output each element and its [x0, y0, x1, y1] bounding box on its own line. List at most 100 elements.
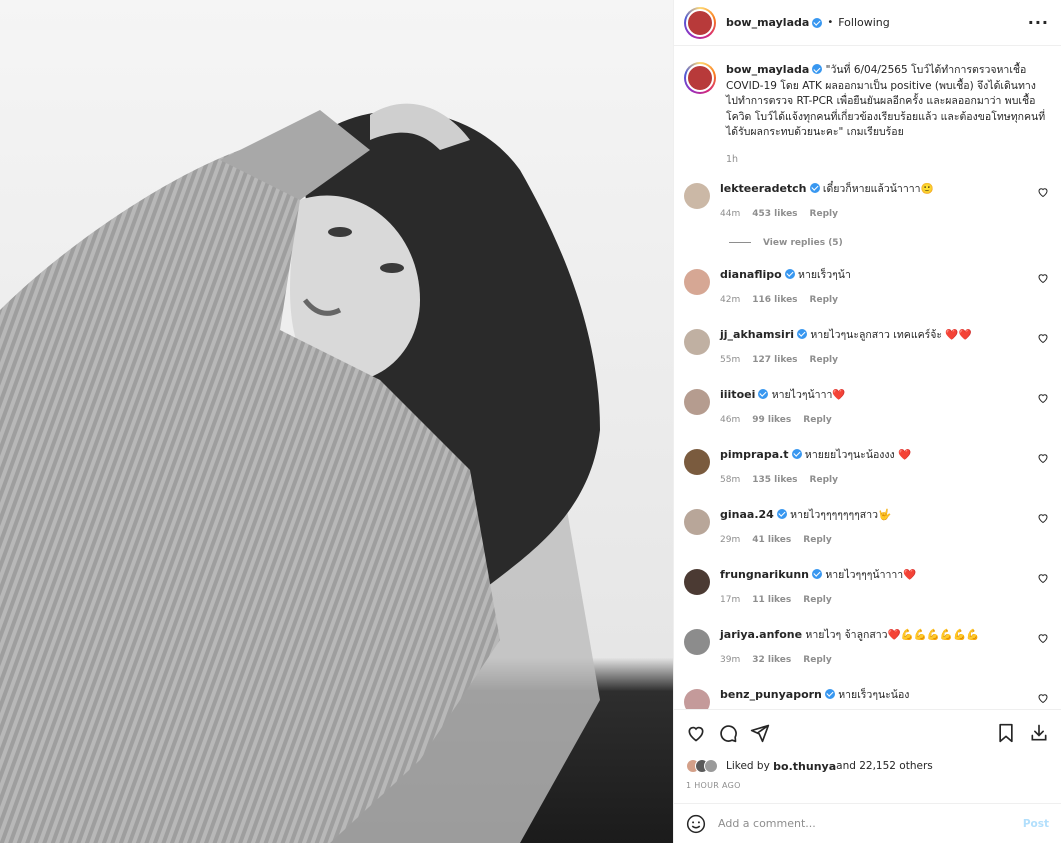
comment-text: หายเร็วๆน้า — [798, 268, 851, 281]
comment-like-icon[interactable] — [1037, 632, 1049, 644]
reply-button[interactable]: Reply — [810, 293, 838, 308]
following-button[interactable]: Following — [838, 16, 890, 29]
more-icon[interactable]: ··· — [1028, 13, 1049, 32]
comment-likes[interactable]: 99 likes — [752, 413, 791, 428]
commenter-avatar[interactable] — [684, 328, 710, 355]
likes-suffix[interactable]: and 22,152 others — [836, 760, 933, 772]
reply-button[interactable]: Reply — [803, 533, 831, 548]
comment-age: 58m — [720, 474, 741, 485]
commenter-avatar[interactable] — [684, 388, 710, 415]
download-icon[interactable] — [1029, 723, 1049, 743]
comment-age: 17m — [720, 594, 741, 605]
commenter-avatar[interactable] — [684, 182, 710, 209]
commenter-username[interactable]: dianaflipo — [720, 268, 782, 281]
reply-button[interactable]: Reply — [803, 653, 831, 668]
comment-like-icon[interactable] — [1037, 572, 1049, 584]
commenter-username[interactable]: lekteeradetch — [720, 182, 807, 195]
reply-button[interactable]: Reply — [810, 353, 838, 368]
comment-text: หายไวๆ จ้าลูกสาว❤️💪💪💪💪💪💪 — [805, 628, 980, 641]
caption-age: 1h — [726, 153, 739, 165]
post-header: bow_maylada • Following ··· — [674, 0, 1061, 46]
emoji-icon[interactable] — [686, 814, 706, 834]
share-icon[interactable] — [750, 723, 770, 743]
comment-like-icon[interactable] — [1037, 692, 1049, 704]
view-replies-button[interactable]: View replies (5) — [729, 238, 1049, 248]
comment-likes[interactable]: 135 likes — [752, 473, 797, 488]
comment-like-icon[interactable] — [1037, 186, 1049, 198]
likes-summary[interactable]: Liked by bo.thunya and 22,152 others — [674, 755, 1061, 777]
reply-button[interactable]: Reply — [803, 593, 831, 608]
comment-text: หายเร็วๆนะน้อง — [838, 688, 910, 701]
commenter-avatar[interactable] — [684, 448, 710, 475]
comment-text: หายยยไวๆนะน้องงง ❤️ — [804, 448, 912, 461]
reply-button[interactable]: Reply — [803, 413, 831, 428]
comment-likes[interactable]: 41 likes — [752, 533, 791, 548]
comment-age: 55m — [720, 354, 741, 365]
commenter-username[interactable]: iiitoei — [720, 388, 755, 401]
view-replies-label[interactable]: View replies (5) — [763, 238, 843, 248]
commenter-avatar[interactable] — [684, 568, 710, 595]
caption: bow_maylada "วันที่ 6/04/2565 โบว์ได้ทำก… — [684, 62, 1049, 165]
verified-icon — [758, 388, 769, 399]
comment-text: หายไวๆน้าาา❤️ — [771, 388, 846, 401]
comment-icon[interactable] — [718, 723, 738, 743]
comment-likes[interactable]: 127 likes — [752, 353, 797, 368]
post-photo[interactable] — [0, 0, 673, 843]
verified-icon — [784, 268, 795, 279]
comment-age: 42m — [720, 294, 741, 305]
comment-like-icon[interactable] — [1037, 392, 1049, 404]
comment-like-icon[interactable] — [1037, 272, 1049, 284]
caption-username[interactable]: bow_maylada — [726, 63, 809, 76]
post-button[interactable]: Post — [1023, 818, 1049, 830]
comment-likes[interactable]: 116 likes — [752, 293, 797, 308]
commenter-avatar[interactable] — [684, 268, 710, 295]
comment-like-icon[interactable] — [1037, 512, 1049, 524]
comment-like-icon[interactable] — [1037, 452, 1049, 464]
commenter-username[interactable]: pimprapa.t — [720, 448, 789, 461]
verified-icon — [824, 688, 835, 699]
commenter-username[interactable]: frungnarikunn — [720, 568, 809, 581]
post-panel: bow_maylada • Following ··· bow_maylada … — [673, 0, 1061, 843]
comment-likes[interactable]: 32 likes — [752, 653, 791, 668]
comment-age: 44m — [720, 208, 741, 219]
reply-button[interactable]: Reply — [810, 473, 838, 488]
commenter-username[interactable]: jj_akhamsiri — [720, 328, 794, 341]
author-username[interactable]: bow_maylada — [726, 16, 809, 29]
comment-like-icon[interactable] — [1037, 332, 1049, 344]
commenter-avatar[interactable] — [684, 688, 710, 709]
author-avatar[interactable] — [684, 62, 716, 94]
commenter-username[interactable]: jariya.anfone — [720, 628, 802, 641]
replies-divider — [729, 242, 751, 243]
commenter-username[interactable]: benz_punyaporn — [720, 688, 822, 701]
commenter-avatar[interactable] — [684, 508, 710, 535]
liker-username[interactable]: bo.thunya — [773, 760, 836, 773]
separator-dot: • — [827, 17, 834, 28]
liker-avatar — [704, 759, 718, 773]
comment-input[interactable] — [718, 817, 1011, 830]
verified-icon — [809, 182, 820, 193]
verified-icon — [812, 64, 823, 74]
commenter-username[interactable]: ginaa.24 — [720, 508, 774, 521]
comments-list[interactable]: bow_maylada "วันที่ 6/04/2565 โบว์ได้ทำก… — [674, 46, 1061, 709]
comment-row: pimprapa.t หายยยไวๆนะน้องงง ❤️ 58m 135 li… — [684, 447, 1049, 488]
comment-row: dianaflipo หายเร็วๆน้า 42m 116 likes Reply — [684, 267, 1049, 308]
commenter-avatar[interactable] — [684, 628, 710, 655]
comment-text: หายไวๆนะลูกสาว เทคแคร์จ้ะ ❤️❤️ — [810, 328, 972, 341]
comment-likes[interactable]: 11 likes — [752, 593, 791, 608]
verified-icon — [797, 328, 808, 339]
comment-age: 29m — [720, 534, 741, 545]
verified-icon — [812, 17, 823, 28]
comment-age: 39m — [720, 654, 741, 665]
verified-icon — [812, 568, 823, 579]
comment-text: หายไวๆๆๆๆๆๆๆสาว🤟 — [790, 508, 892, 521]
comment-likes[interactable]: 453 likes — [752, 207, 797, 222]
author-avatar[interactable] — [684, 6, 716, 39]
comment-row: iiitoei หายไวๆน้าาา❤️ 46m 99 likes Reply — [684, 387, 1049, 428]
comment-row: frungnarikunn หายไวๆๆๆน้าาาา❤️ 17m 11 lik… — [684, 567, 1049, 608]
heart-icon[interactable] — [686, 723, 706, 743]
action-bar — [674, 709, 1061, 755]
comment-text: เดี๋ยวก็หายแล้วน้าาาา🙂 — [822, 182, 934, 195]
bookmark-icon[interactable] — [997, 723, 1015, 743]
reply-button[interactable]: Reply — [810, 207, 838, 222]
comment-row: lekteeradetch เดี๋ยวก็หายแล้วน้าาาา🙂 44m… — [684, 181, 1049, 222]
